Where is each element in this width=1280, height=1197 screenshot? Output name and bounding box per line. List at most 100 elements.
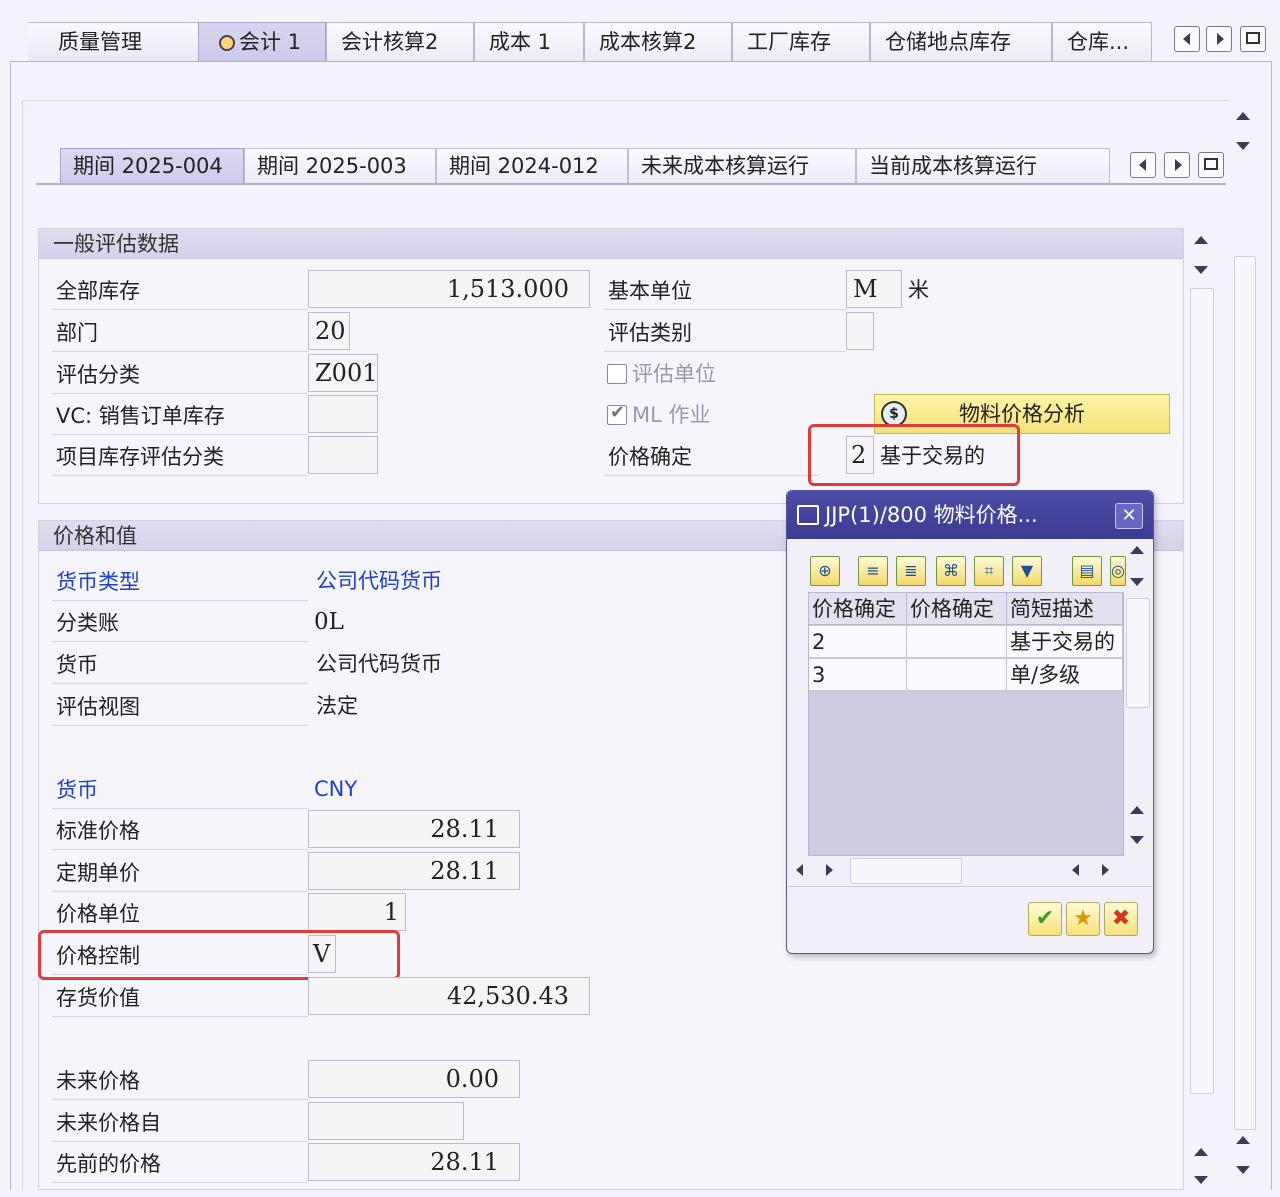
project-stock-valuation-class-field[interactable] [308,436,378,474]
outer-tab-strip: 质量管理 会计 1 会计核算2 成本 1 成本核算2 工厂库存 仓储地点库存 仓… [0,0,1280,62]
currency-value: 公司代码货币 [316,652,442,676]
column-header-short-description[interactable]: 简短描述 [1007,593,1123,625]
tab-quality-management[interactable]: 质量管理 [28,22,200,62]
dialog-close-button[interactable]: ✕ [1115,503,1143,529]
left-arrow-icon [1183,33,1190,45]
project-stock-valuation-class-label: 项目库存评估分类 [52,438,308,476]
tab-list-icon [1204,158,1218,170]
scroll-up-icon [1236,112,1250,120]
row-2-mid[interactable] [907,659,1007,691]
grid-scroll-right-icon[interactable] [1102,864,1109,876]
outer-vertical-scrollbar[interactable] [1232,100,1256,1188]
tab-warehouse[interactable]: 仓库... [1052,22,1152,62]
tab-list-button[interactable] [1240,26,1266,52]
price-determination-label: 价格确定 [604,438,818,476]
right-arrow-icon [1217,33,1224,45]
periodic-unit-price-label: 定期单价 [52,854,308,892]
tab-accounting-2[interactable]: 会计核算2 [326,22,474,62]
standard-price-field[interactable]: 28.11 [308,810,520,848]
total-stock-field[interactable]: 1,513.000 [308,270,590,308]
valuated-unit-checkbox[interactable] [607,364,627,384]
row-1-mid[interactable] [907,626,1007,658]
grid-scroll-right-icon[interactable] [826,864,833,876]
find-button[interactable]: ⌘ [936,556,966,586]
ml-activation-checkbox[interactable] [607,402,627,425]
tab-period-2024-012[interactable]: 期间 2024-012 [436,148,628,184]
dialog-footer-divider [788,886,1152,887]
inventory-value-field[interactable]: 42,530.43 [308,977,590,1015]
tab-storage-location-stock[interactable]: 仓储地点库存 [870,22,1052,62]
tab-scroll-left-button[interactable] [1174,26,1200,52]
tab-plant-stock[interactable]: 工厂库存 [732,22,870,62]
print-button[interactable]: ▤ [1072,556,1102,586]
tab-label: 成本核算2 [599,30,697,54]
column-header-price-determination-2[interactable]: 价格确定 [907,593,1007,625]
close-icon: ✕ [1121,505,1137,526]
column-header-price-determination[interactable]: 价格确定 [809,593,907,625]
grid-horizontal-scrollbar-thumb[interactable] [850,858,962,884]
base-unit-field[interactable]: M [846,270,902,308]
tab-costing-1[interactable]: 成本 1 [474,22,584,62]
price-unit-field[interactable]: 1 [308,893,406,931]
tab-scroll-right-button[interactable] [1206,26,1232,52]
valuation-category-field[interactable] [846,312,874,350]
tab-accounting-1[interactable]: 会计 1 [198,22,326,62]
period-tab-right-button[interactable] [1164,152,1190,178]
sort-descending-button[interactable]: ≣ [896,556,926,586]
toolbar-scroll-down-icon[interactable] [1130,578,1144,586]
currency-code-value: CNY [314,777,358,801]
period-tab-divider [36,183,1226,185]
find-next-button[interactable]: ⌗ [974,556,1004,586]
detail-view-button[interactable]: ⊕ [810,556,840,586]
price-unit-label: 价格单位 [52,895,308,933]
row-2-description[interactable]: 单/多级 [1007,659,1123,691]
future-price-from-field[interactable] [308,1102,464,1140]
grid-scroll-left-icon[interactable] [796,864,803,876]
tab-costing-2[interactable]: 成本核算2 [584,22,732,62]
standard-price-label: 标准价格 [52,812,308,850]
sort-ascending-button[interactable]: ≡ [858,556,888,586]
total-stock-label: 全部库存 [52,272,308,310]
vc-sales-order-stock-field[interactable] [308,395,378,433]
new-entry-button[interactable]: ★ [1066,902,1100,936]
previous-price-field[interactable]: 28.11 [308,1143,520,1181]
periodic-unit-price-field[interactable]: 28.11 [308,852,520,890]
tab-period-2025-003[interactable]: 期间 2025-003 [244,148,436,184]
filter-button[interactable]: ▼ [1012,556,1042,586]
grid-scroll-left-icon[interactable] [1072,864,1079,876]
binoculars-plus-icon: ⌗ [984,561,994,580]
inner-vertical-scrollbar[interactable] [1190,226,1214,1186]
tab-future-costing-run[interactable]: 未来成本核算运行 [628,148,856,184]
future-price-field[interactable]: 0.00 [308,1060,520,1098]
row-2-code[interactable]: 3 [809,659,907,691]
scrollbar-thumb[interactable] [1190,288,1214,1094]
cancel-button[interactable]: ✖ [1104,902,1138,936]
confirm-button[interactable]: ✔ [1028,902,1062,936]
currency-type-value: 公司代码货币 [316,569,442,593]
valuated-unit-label: 评估单位 [632,362,716,386]
previous-price-label: 先前的价格 [52,1145,308,1183]
sap-screen: 质量管理 会计 1 会计核算2 成本 1 成本核算2 工厂库存 仓储地点库存 仓… [0,0,1280,1197]
grid-scroll-down-icon[interactable] [1130,836,1144,844]
period-tab-left-button[interactable] [1130,152,1156,178]
division-field[interactable]: 20 [308,312,350,350]
valuation-class-field[interactable]: Z001 [308,354,378,392]
row-1-description[interactable]: 基于交易的 [1007,626,1123,658]
grid-scroll-up-icon[interactable] [1130,806,1144,814]
scrollbar-thumb[interactable] [1234,256,1256,1130]
grid-vertical-scrollbar-thumb[interactable] [1126,598,1150,708]
tab-label: 会计核算2 [341,30,439,54]
tab-label: 成本 1 [489,30,552,54]
future-price-from-label: 未来价格自 [52,1104,308,1142]
future-price-label: 未来价格 [52,1062,308,1100]
base-unit-label: 基本单位 [604,272,846,310]
more-toolbar-button[interactable]: ◎ [1110,556,1126,586]
tab-label: 仓库... [1067,30,1130,54]
toolbar-scroll-up-icon[interactable] [1130,546,1144,554]
tab-period-2025-004[interactable]: 期间 2025-004 [60,148,244,184]
tab-label: 期间 2024-012 [449,154,599,178]
tab-label: 质量管理 [58,30,142,54]
tab-current-costing-run[interactable]: 当前成本核算运行 [856,148,1110,184]
period-tab-list-button[interactable] [1198,152,1224,178]
row-1-code[interactable]: 2 [809,626,907,658]
